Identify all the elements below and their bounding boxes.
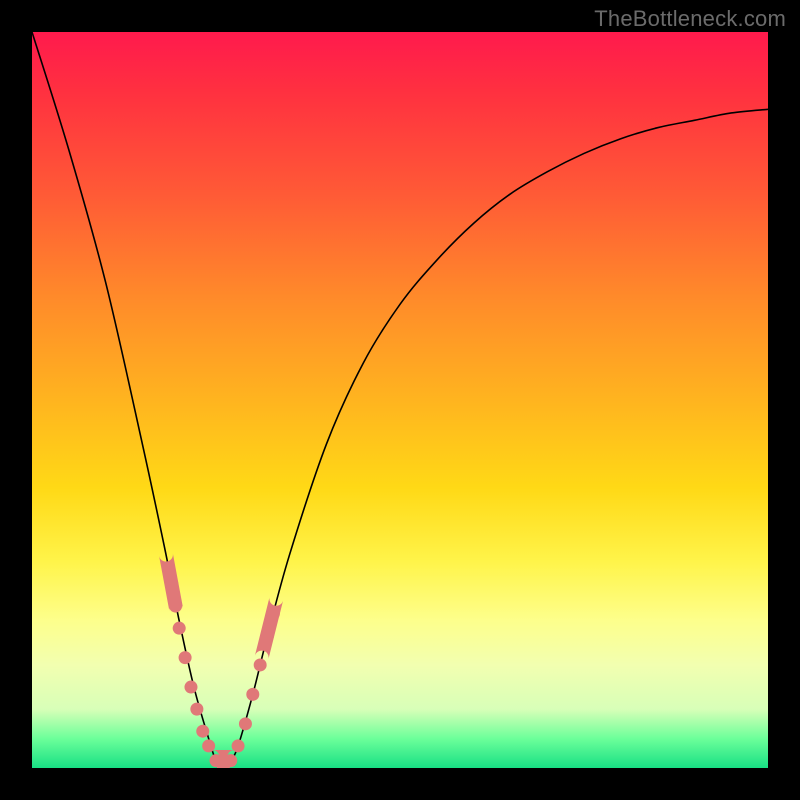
bottleneck-curve-svg <box>32 32 768 768</box>
curve-marker <box>202 739 215 752</box>
curve-marker-cap <box>255 597 283 659</box>
curve-marker <box>254 658 267 671</box>
chart-frame: TheBottleneck.com <box>0 0 800 800</box>
curve-marker-cap <box>159 553 183 611</box>
watermark-text: TheBottleneck.com <box>594 6 786 32</box>
bottleneck-curve <box>32 32 768 768</box>
curve-marker <box>179 651 192 664</box>
plot-area <box>32 32 768 768</box>
curve-marker <box>190 703 203 716</box>
curve-marker <box>246 688 259 701</box>
curve-marker <box>196 725 209 738</box>
curve-marker <box>232 739 245 752</box>
curve-marker <box>239 717 252 730</box>
curve-marker <box>184 681 197 694</box>
curve-marker <box>173 622 186 635</box>
curve-markers <box>159 553 283 768</box>
